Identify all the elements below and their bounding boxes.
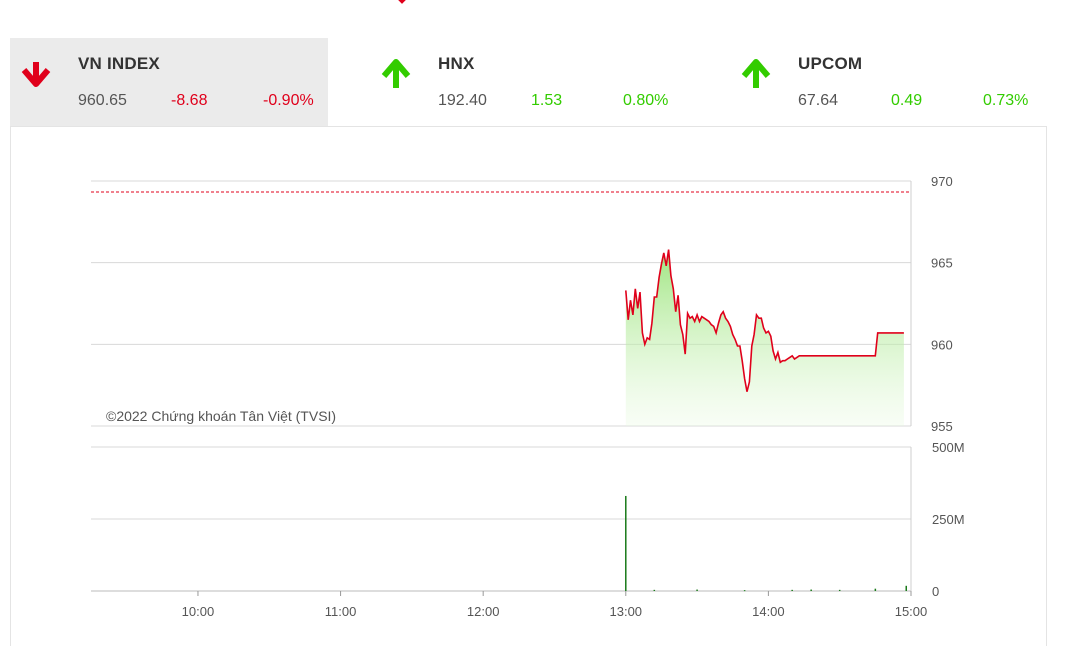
- price-tick-label: 960: [931, 337, 953, 352]
- volume-bar: [905, 585, 907, 591]
- volume-tick-label: 250M: [932, 512, 965, 527]
- volume-bar: [696, 589, 698, 591]
- volume-bar: [625, 495, 627, 591]
- volume-bar: [838, 589, 841, 591]
- price-axis-ticks: 970 965 960 955: [931, 174, 953, 434]
- volume-bars: [625, 495, 907, 592]
- time-tick-label: 10:00: [182, 604, 215, 619]
- volume-axis-ticks: 500M 250M 0: [932, 440, 965, 599]
- price-area-fill: [625, 249, 904, 426]
- time-tick-label: 12:00: [467, 604, 500, 619]
- watermark-text: ©2022 Chứng khoán Tân Việt (TVSI): [106, 408, 336, 424]
- time-axis-ticks: 10:00 11:00 12:00 13:00 14:00 15:00: [182, 591, 928, 619]
- time-tick-label: 14:00: [752, 604, 785, 619]
- time-tick-label: 13:00: [610, 604, 643, 619]
- volume-bar: [810, 589, 812, 591]
- volume-bar: [874, 588, 877, 591]
- price-tick-label: 965: [931, 256, 953, 271]
- volume-grid: [91, 446, 912, 592]
- intraday-chart: 970 965 960 955 500M 250M 0 10:00 11:00 12:00 13…: [91, 174, 965, 619]
- price-tick-label: 970: [931, 174, 953, 189]
- volume-bar: [743, 590, 746, 592]
- time-tick-label: 11:00: [325, 604, 357, 619]
- price-tick-label: 955: [931, 419, 953, 434]
- time-tick-label: 15:00: [895, 604, 928, 619]
- volume-bar: [791, 589, 793, 591]
- volume-tick-label: 500M: [932, 440, 965, 455]
- volume-tick-label: 0: [932, 584, 939, 599]
- volume-bar: [653, 589, 656, 591]
